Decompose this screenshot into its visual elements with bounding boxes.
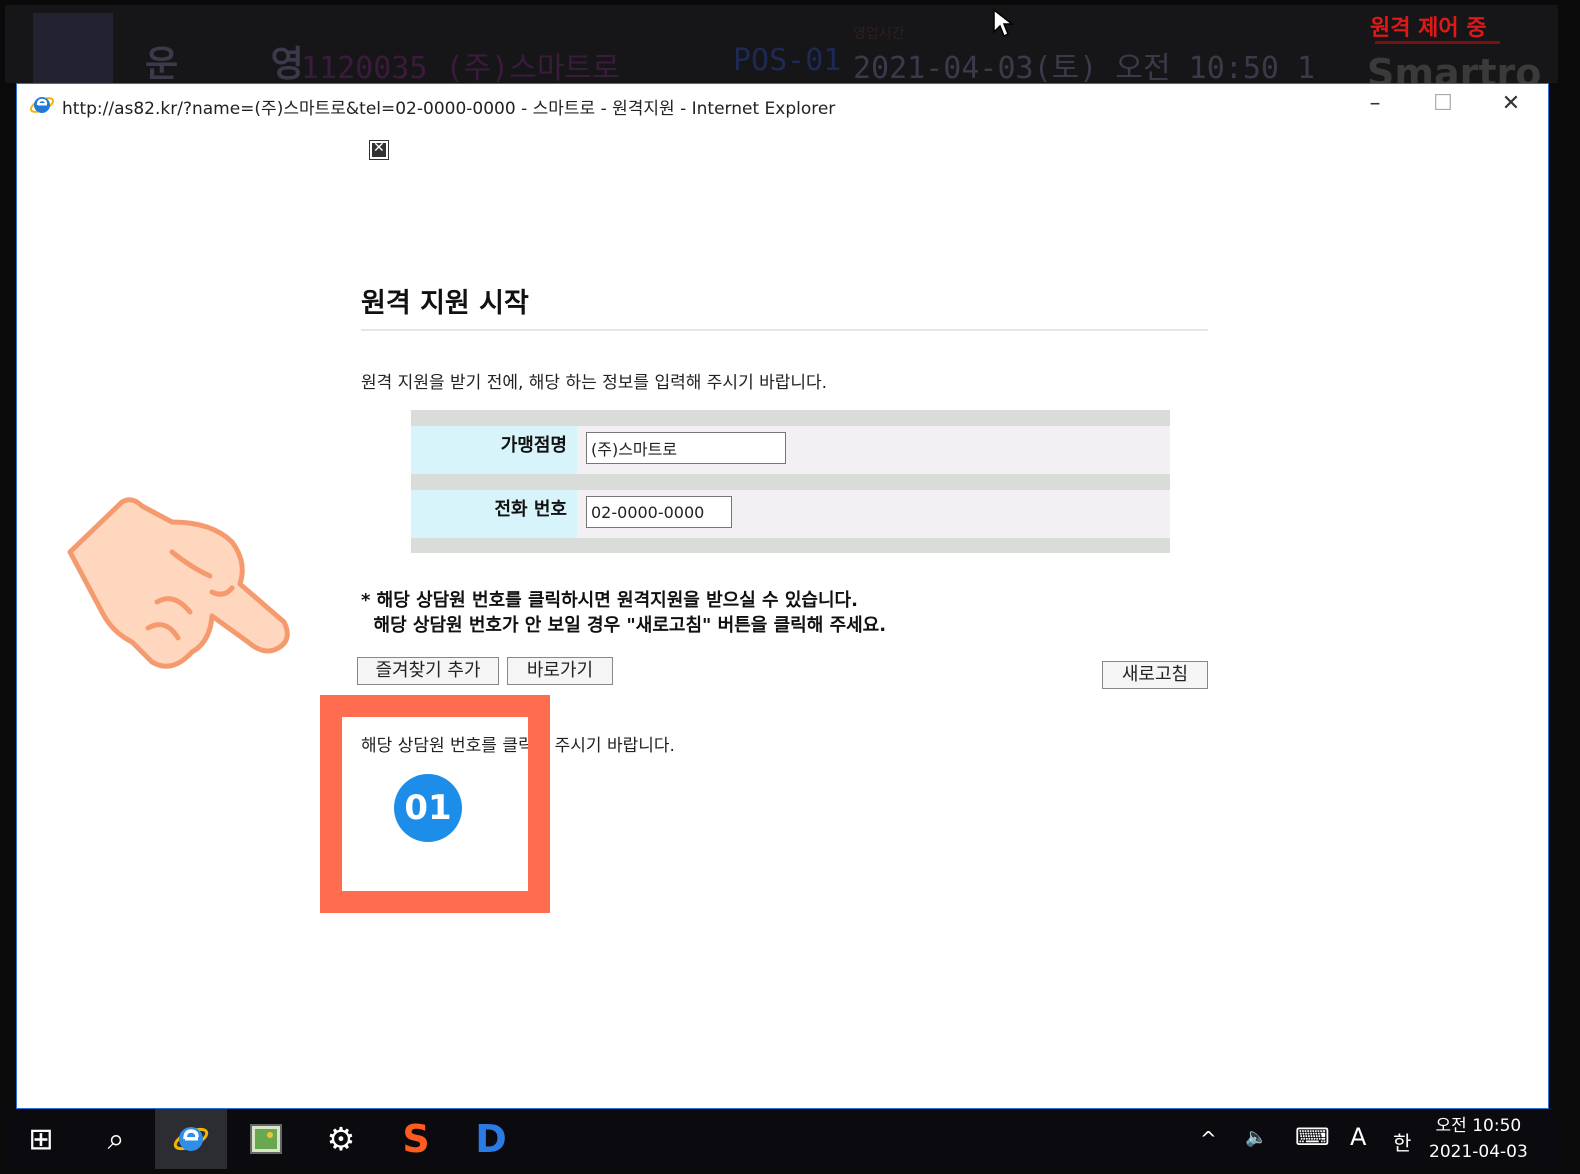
store-name-input[interactable]	[586, 432, 786, 464]
pos-id: POS-01	[733, 43, 842, 78]
minimize-button[interactable]: –	[1352, 88, 1398, 120]
refresh-button[interactable]: 새로고침	[1102, 661, 1208, 689]
ime-hangul-icon[interactable]: 한	[1393, 1127, 1411, 1156]
pos-logo	[33, 13, 113, 83]
volume-icon[interactable]: 🔈	[1245, 1127, 1267, 1148]
window-titlebar[interactable]: http://as82.kr/?name=(주)스마트로&tel=02-0000…	[17, 84, 1548, 124]
click-agent-message: 해당 상담원 번호를 클릭해 주시기 바랍니다.	[361, 736, 675, 756]
help-note: * 해당 상담원 번호를 클릭하시면 원격지원을 받으실 수 있습니다. 해당 …	[361, 590, 887, 636]
windows-icon: ⊞	[28, 1121, 54, 1157]
pos-store: 1120035 (주)스마트로	[301, 51, 620, 86]
page-title: 원격 지원 시작	[361, 288, 529, 319]
system-clock[interactable]: 오전 10:50 2021-04-03	[1429, 1113, 1528, 1165]
title-divider	[361, 329, 1208, 331]
gear-icon: ⚙	[326, 1120, 356, 1158]
add-favorite-button[interactable]: 즐겨찾기 추가	[357, 657, 499, 685]
image-viewer-icon	[250, 1124, 282, 1154]
mouse-cursor-icon	[993, 8, 1014, 38]
start-button[interactable]: ⊞	[5, 1109, 77, 1169]
search-button[interactable]: ⌕	[80, 1109, 152, 1169]
pointing-hand-icon	[67, 497, 290, 669]
internet-explorer-icon	[173, 1127, 209, 1151]
taskbar-app-s[interactable]: S	[380, 1109, 452, 1169]
search-icon: ⌕	[107, 1121, 125, 1157]
taskbar-app-photo[interactable]	[230, 1109, 302, 1169]
instruction-text: 원격 지원을 받기 전에, 해당 하는 정보를 입력해 주시기 바랍니다.	[361, 373, 828, 393]
remote-status-underline	[1375, 41, 1500, 44]
taskbar: ⊞ ⌕ ⚙ S D ^ 🔈 ⌨ A 한 오전 10:50 2021-04-03	[5, 1109, 1558, 1169]
pos-datetime: 2021-04-03(토) 오전 10:50 1	[853, 51, 1316, 86]
pos-sublabel: 영업시간	[853, 26, 905, 42]
remote-control-status: 원격 제어 중	[1370, 16, 1487, 41]
store-name-label: 가맹점명	[411, 426, 577, 474]
clock-time: 오전 10:50	[1435, 1116, 1522, 1136]
maximize-button[interactable]: ☐	[1420, 88, 1466, 120]
window-title: http://as82.kr/?name=(주)스마트로&tel=02-0000…	[62, 99, 836, 119]
store-row: 가맹점명	[411, 426, 1170, 474]
agent-number-button[interactable]: 01	[394, 774, 462, 842]
phone-input[interactable]	[586, 496, 732, 528]
close-window-button[interactable]: ✕	[1488, 88, 1534, 120]
s-app-icon: S	[402, 1117, 430, 1161]
internet-explorer-icon	[29, 97, 55, 113]
shortcut-button[interactable]: 바로가기	[507, 657, 613, 685]
phone-label: 전화 번호	[411, 490, 577, 538]
clock-date: 2021-04-03	[1429, 1142, 1528, 1162]
phone-row: 전화 번호	[411, 490, 1170, 538]
broken-image-icon[interactable]: ✕	[369, 140, 389, 160]
taskbar-ie[interactable]	[155, 1109, 227, 1169]
ime-mode-icon[interactable]: A	[1350, 1123, 1366, 1151]
settings-button[interactable]: ⚙	[305, 1109, 377, 1169]
taskbar-app-d[interactable]: D	[455, 1109, 527, 1169]
info-form: 가맹점명 전화 번호	[411, 410, 1170, 553]
pos-app-header: 운 영 1120035 (주)스마트로 POS-01 영업시간 2021-04-…	[5, 5, 1558, 95]
d-app-icon: D	[475, 1117, 507, 1161]
keyboard-icon[interactable]: ⌨	[1295, 1123, 1330, 1151]
tray-expand-icon[interactable]: ^	[1200, 1127, 1217, 1151]
